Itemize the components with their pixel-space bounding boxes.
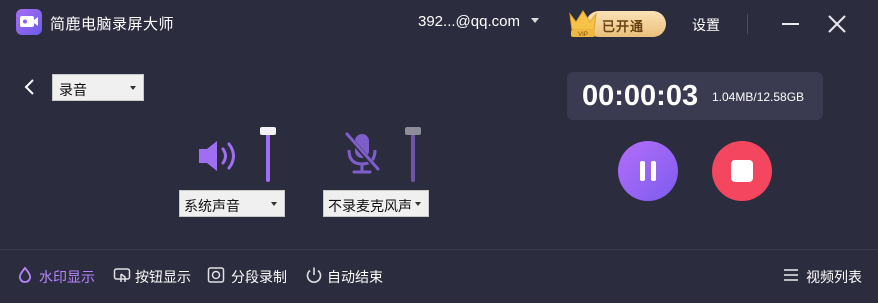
stop-button[interactable] xyxy=(712,141,772,201)
camera-icon xyxy=(207,267,225,283)
bottom-toolbar: 水印显示 按钮显示 分段录制 自动结束 视频列表 xyxy=(0,249,878,303)
system-audio-value: 系统声音 xyxy=(184,198,240,214)
minimize-button[interactable] xyxy=(780,13,802,35)
mic-audio-value: 不录麦克风声 xyxy=(328,198,412,214)
chevron-down-icon xyxy=(130,86,136,90)
droplet-icon xyxy=(18,266,32,283)
auto-end-toggle[interactable]: 自动结束 xyxy=(327,267,383,287)
mic-muted-icon[interactable] xyxy=(342,130,382,176)
system-volume-handle[interactable] xyxy=(260,127,276,135)
mode-select-value: 录音 xyxy=(59,82,87,98)
system-audio-select[interactable]: 系统声音 xyxy=(179,190,285,217)
account-email[interactable]: 392...@qq.com xyxy=(418,13,520,30)
mic-volume-handle[interactable] xyxy=(405,127,421,135)
chevron-down-icon xyxy=(415,202,421,206)
app-logo-icon xyxy=(16,9,42,35)
svg-text:VIP: VIP xyxy=(578,32,588,38)
close-icon xyxy=(828,15,846,33)
vip-crown-icon: VIP xyxy=(569,10,597,38)
video-list-button[interactable]: 视频列表 xyxy=(806,267,862,287)
speaker-icon[interactable] xyxy=(197,138,243,174)
account-dropdown-icon[interactable] xyxy=(531,18,539,23)
list-icon xyxy=(784,269,798,281)
watermark-toggle[interactable]: 水印显示 xyxy=(39,267,95,287)
vip-badge[interactable]: VIP 已开通 xyxy=(566,6,666,38)
app-title: 简鹿电脑录屏大师 xyxy=(50,16,175,33)
file-size: 1.04MB/12.58GB xyxy=(712,90,805,104)
system-volume-slider[interactable] xyxy=(266,132,270,182)
back-button[interactable] xyxy=(20,77,40,97)
timer-panel: 00:00:03 1.04MB/12.58GB xyxy=(567,72,823,120)
hand-pointer-icon xyxy=(113,268,131,282)
power-icon xyxy=(306,267,322,283)
chevron-left-icon xyxy=(24,79,34,95)
vip-label: 已开通 xyxy=(602,19,645,34)
pause-button[interactable] xyxy=(618,141,678,201)
close-button[interactable] xyxy=(826,13,848,35)
segment-record-toggle[interactable]: 分段录制 xyxy=(231,267,287,287)
mode-select[interactable]: 录音 xyxy=(52,74,144,101)
mic-volume-slider[interactable] xyxy=(411,132,415,182)
settings-button[interactable]: 设置 xyxy=(692,15,720,35)
button-display-toggle[interactable]: 按钮显示 xyxy=(135,267,191,287)
title-bar: 简鹿电脑录屏大师 392...@qq.com VIP 已开通 设置 xyxy=(0,0,878,46)
divider xyxy=(747,14,748,34)
mic-audio-select[interactable]: 不录麦克风声 xyxy=(323,190,429,217)
chevron-down-icon xyxy=(271,202,277,206)
elapsed-time: 00:00:03 xyxy=(582,80,699,112)
